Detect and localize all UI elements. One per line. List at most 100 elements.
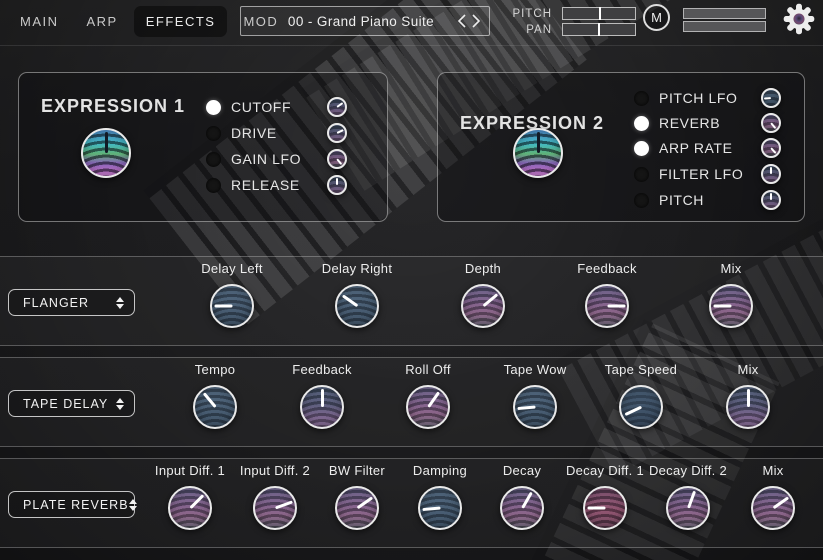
pan-slider[interactable] [562, 23, 636, 36]
roll-off-knob[interactable] [406, 385, 450, 429]
damping-control: Damping [395, 463, 485, 530]
filter-lfo-radio[interactable] [634, 167, 649, 182]
expression2-item-filter-lfo: FILTER LFO [634, 164, 781, 184]
drive-radio[interactable] [206, 126, 221, 141]
pitch-slider[interactable] [562, 7, 636, 20]
depth-knob[interactable] [461, 284, 505, 328]
cutoff-label: CUTOFF [231, 99, 327, 115]
preset-next-button[interactable] [470, 12, 483, 30]
tape-wow-label: Tape Wow [490, 362, 580, 380]
expression2-panel: EXPRESSION 2 PITCH LFO REVERB ARP RATE F… [437, 72, 805, 222]
tab-arp[interactable]: ARP [75, 6, 130, 37]
pitch-lfo-radio[interactable] [634, 91, 649, 106]
expression2-main-knob[interactable] [513, 128, 563, 178]
bw-filter-knob[interactable] [335, 486, 379, 530]
pitch-lfo-amount-knob[interactable] [761, 88, 781, 108]
expression1-item-cutoff: CUTOFF [206, 97, 347, 117]
expression1-main-knob[interactable] [81, 128, 131, 178]
expression1-item-gain-lfo: GAIN LFO [206, 149, 347, 169]
tape-mix-knob[interactable] [726, 385, 770, 429]
decay-diff-2-control: Decay Diff. 2 [643, 463, 733, 530]
decay-diff-2-knob[interactable] [666, 486, 710, 530]
pan-slider-thumb[interactable] [598, 23, 600, 36]
input-diff-1-label: Input Diff. 1 [145, 463, 235, 481]
release-radio[interactable] [206, 178, 221, 193]
pitch-slider-thumb[interactable] [599, 7, 601, 20]
plate-reverb-section: PLATE REVERB Input Diff. 1 Input Diff. 2… [0, 458, 823, 548]
decay-label: Decay [477, 463, 567, 481]
input-diff-1-knob[interactable] [168, 486, 212, 530]
bw-filter-control: BW Filter [312, 463, 402, 530]
expression1-item-drive: DRIVE [206, 123, 347, 143]
damping-knob[interactable] [418, 486, 462, 530]
delay-left-knob[interactable] [210, 284, 254, 328]
arp-rate-label: ARP RATE [659, 140, 761, 156]
flanger-mix-knob[interactable] [709, 284, 753, 328]
expression1-panel: EXPRESSION 1 CUTOFF DRIVE GAIN LFO RELEA… [18, 72, 388, 222]
reverb-amount-knob[interactable] [761, 113, 781, 133]
gain-lfo-radio[interactable] [206, 152, 221, 167]
delay-right-knob[interactable] [335, 284, 379, 328]
decay-knob[interactable] [500, 486, 544, 530]
dropdown-arrows-icon [116, 297, 124, 309]
reverb-mix-knob[interactable] [751, 486, 795, 530]
pitch-label-exp2: PITCH [659, 192, 761, 208]
dropdown-arrows-icon [129, 499, 137, 511]
delay-left-label: Delay Left [187, 261, 277, 279]
drive-amount-knob[interactable] [327, 123, 347, 143]
input-diff-2-knob[interactable] [253, 486, 297, 530]
input-diff-2-control: Input Diff. 2 [230, 463, 320, 530]
cutoff-radio[interactable] [206, 100, 221, 115]
settings-gear-icon[interactable] [782, 2, 816, 36]
roll-off-label: Roll Off [383, 362, 473, 380]
expression1-item-release: RELEASE [206, 175, 347, 195]
flanger-mix-label: Mix [686, 261, 776, 279]
tape-mix-label: Mix [703, 362, 793, 380]
preset-selector[interactable]: 00 - Grand Piano Suite [240, 6, 490, 36]
preset-name: 00 - Grand Piano Suite [241, 14, 455, 29]
pan-label: PAN [512, 24, 552, 36]
tape-wow-knob[interactable] [513, 385, 557, 429]
decay-diff-1-knob[interactable] [583, 486, 627, 530]
mute-button-label: M [651, 10, 662, 25]
tape-speed-knob[interactable] [619, 385, 663, 429]
tape-wow-control: Tape Wow [490, 362, 580, 429]
damping-label: Damping [395, 463, 485, 481]
tab-effects[interactable]: EFFECTS [134, 6, 228, 37]
flanger-feedback-label: Feedback [562, 261, 652, 279]
mute-button[interactable]: M [643, 4, 670, 31]
arp-rate-amount-knob[interactable] [761, 138, 781, 158]
preset-prev-button[interactable] [455, 12, 468, 30]
tape-feedback-control: Feedback [277, 362, 367, 429]
tempo-knob[interactable] [193, 385, 237, 429]
depth-control: Depth [438, 261, 528, 328]
delay-right-label: Delay Right [312, 261, 402, 279]
reverb-label: REVERB [659, 115, 761, 131]
reverb-radio[interactable] [634, 116, 649, 131]
filter-lfo-amount-knob[interactable] [761, 164, 781, 184]
input-diff-1-control: Input Diff. 1 [145, 463, 235, 530]
tab-main[interactable]: MAIN [8, 6, 71, 37]
pitch-amount-knob[interactable] [761, 190, 781, 210]
gain-lfo-amount-knob[interactable] [327, 149, 347, 169]
arp-rate-radio[interactable] [634, 141, 649, 156]
effect-slot2-selector[interactable]: TAPE DELAY [8, 390, 135, 417]
pitch-radio[interactable] [634, 193, 649, 208]
flanger-mix-control: Mix [686, 261, 776, 328]
tab-effects-label: EFFECTS [146, 14, 216, 29]
flanger-feedback-knob[interactable] [585, 284, 629, 328]
output-meter-bottom [683, 21, 766, 32]
expression2-item-pitch-lfo: PITCH LFO [634, 88, 781, 108]
drive-label: DRIVE [231, 125, 327, 141]
bw-filter-label: BW Filter [312, 463, 402, 481]
tape-feedback-knob[interactable] [300, 385, 344, 429]
effect-slot1-label: FLANGER [23, 296, 116, 310]
dropdown-arrows-icon [116, 398, 124, 410]
plugin-window: MAIN ARP EFFECTS MOD 00 - Grand Piano Su… [0, 0, 823, 560]
tape-speed-control: Tape Speed [596, 362, 686, 429]
release-amount-knob[interactable] [327, 175, 347, 195]
effect-slot1-selector[interactable]: FLANGER [8, 289, 135, 316]
pitch-lfo-label: PITCH LFO [659, 90, 761, 106]
cutoff-amount-knob[interactable] [327, 97, 347, 117]
effect-slot3-selector[interactable]: PLATE REVERB [8, 491, 135, 518]
